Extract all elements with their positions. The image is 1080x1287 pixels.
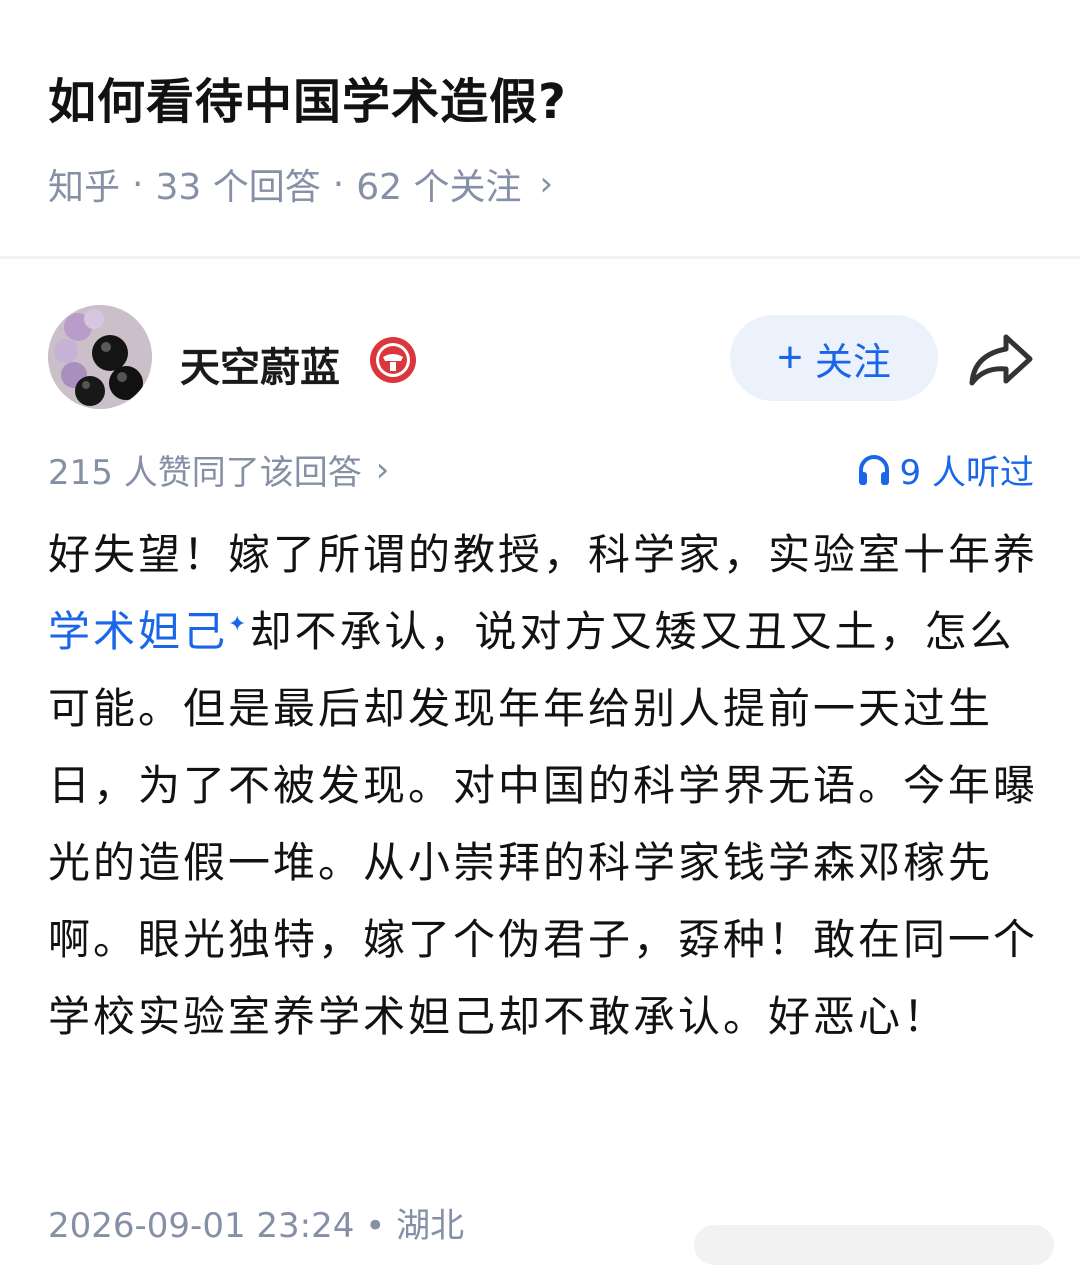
answer-count: 33 个回答 [155, 167, 321, 208]
answer-footer: 2026-09-01 23:24 • 湖北 [48, 1198, 464, 1247]
answer-text-part2: 却不承认，说对方又矮又丑又土，怎么可能。但是最后却发现年年给别人提前一天过生日，… [48, 607, 1039, 1041]
footer-dot: • [365, 1206, 386, 1246]
question-meta[interactable]: 知乎 · 33 个回答 · 62 个关注 › [48, 158, 553, 210]
section-divider [0, 256, 1080, 259]
upvote-summary[interactable]: 215 人赞同了该回答 › [48, 445, 389, 494]
follower-count: 62 个关注 [356, 167, 522, 208]
upvote-count: 215 人赞同了该回答 [48, 453, 362, 493]
chevron-right-icon: › [375, 449, 390, 490]
share-icon[interactable] [966, 329, 1036, 389]
headphone-icon [858, 454, 889, 485]
timestamp: 2026-09-01 23:24 [48, 1206, 355, 1246]
sparkle-icon: ✦ [228, 612, 250, 637]
answer-text-part1: 好失望！嫁了所谓的教授，科学家，实验室十年养 [48, 530, 1039, 579]
author-name[interactable]: 天空蔚蓝 [180, 335, 340, 393]
location: 湖北 [396, 1206, 465, 1246]
plus-icon: + [777, 333, 803, 382]
watermark-bar [694, 1225, 1054, 1265]
question-header: 如何看待中国学术造假? 知乎 · 33 个回答 · 62 个关注 › [0, 0, 1080, 258]
follow-label: 关注 [814, 341, 891, 384]
source-label: 知乎 [48, 167, 121, 208]
listen-summary[interactable]: 9 人听过 [856, 445, 1034, 494]
stats-row: 215 人赞同了该回答 › 9 人听过 [0, 445, 1080, 495]
avatar[interactable] [48, 305, 152, 409]
listen-count: 9 人听过 [899, 453, 1034, 493]
meta-separator: · [132, 163, 144, 205]
answer-body: 好失望！嫁了所谓的教授，科学家，实验室十年养学术妲己✦却不承认，说对方又矮又丑又… [48, 516, 1038, 1055]
follow-button[interactable]: + 关注 [730, 315, 938, 401]
meta-separator: · [332, 163, 345, 205]
keyword-link[interactable]: 学术妲己 [48, 607, 228, 656]
question-title[interactable]: 如何看待中国学术造假? [48, 62, 567, 132]
chevron-right-icon: › [539, 164, 554, 204]
badge-icon [368, 335, 418, 385]
author-row: 天空蔚蓝 + 关注 [0, 305, 1080, 409]
